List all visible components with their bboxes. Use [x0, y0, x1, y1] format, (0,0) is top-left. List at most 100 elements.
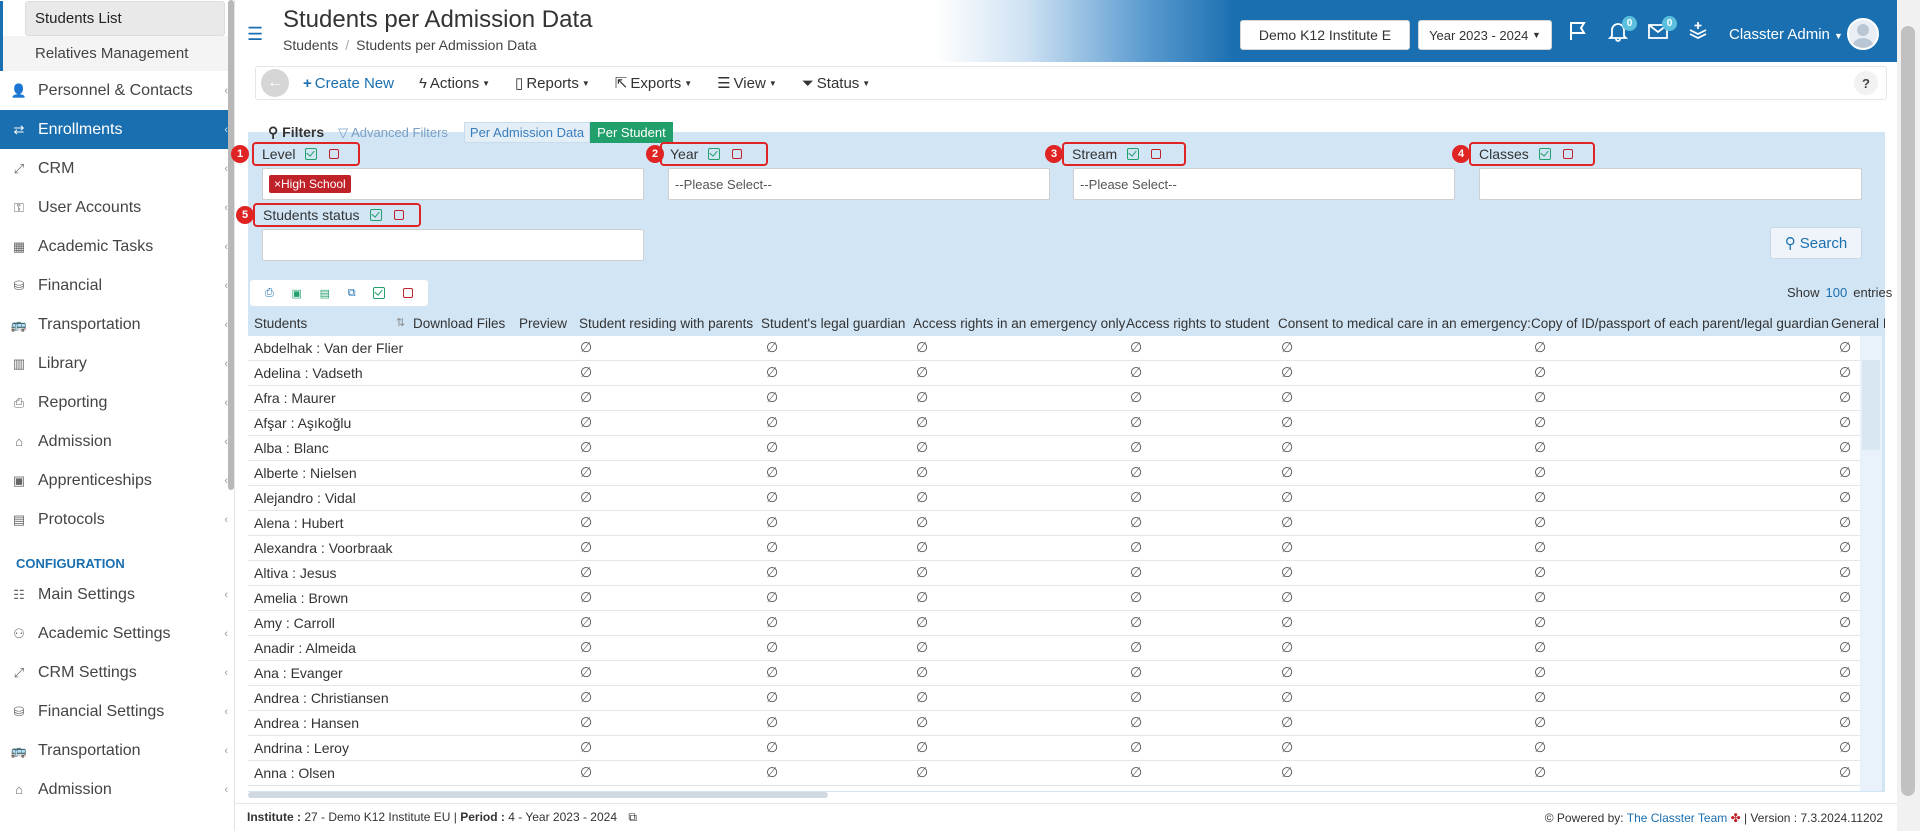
sidebar-item-personnel-contacts[interactable]: 👤 Personnel & Contacts ‹ — [0, 71, 234, 110]
sidebar-item-admission[interactable]: ⌂ Admission ‹ — [0, 422, 234, 461]
select-all-check-icon[interactable] — [1127, 148, 1140, 160]
student-name-cell[interactable]: Andrina : Leroy — [254, 740, 349, 756]
remove-x-icon[interactable]: × — [274, 177, 281, 191]
deselect-all-square-icon[interactable] — [732, 149, 743, 159]
reports-dropdown[interactable]: ▯ Reports ▼ — [515, 74, 590, 93]
stream-select[interactable]: --Please Select-- — [1073, 168, 1455, 200]
student-name-cell[interactable]: Andrea : Hansen — [254, 715, 359, 731]
column-header[interactable]: Students — [254, 316, 307, 331]
classter-team-link[interactable]: The Classter Team — [1627, 811, 1727, 825]
classes-multiselect[interactable] — [1479, 168, 1862, 200]
sidebar-item-enrollments[interactable]: ⇄ Enrollments ‹ — [0, 110, 234, 149]
page-scrollbar[interactable] — [1897, 0, 1920, 831]
sidebar-item-user-accounts[interactable]: ⚿ User Accounts ‹ — [0, 188, 234, 227]
table-row[interactable]: Anadir : Almeida ∅ ∅ ∅ ∅ ∅ ∅ ∅ — [248, 636, 1860, 661]
table-row[interactable]: Afşar : Aşıkoğlu ∅ ∅ ∅ ∅ ∅ ∅ ∅ — [248, 411, 1860, 436]
table-row[interactable]: Altiva : Jesus ∅ ∅ ∅ ∅ ∅ ∅ ∅ — [248, 561, 1860, 586]
students-status-multiselect[interactable] — [262, 229, 644, 261]
menu-toggle-icon[interactable]: ☰ — [247, 24, 263, 45]
column-header[interactable]: Access rights to student — [1126, 316, 1269, 331]
search-button[interactable]: ⚲ Search — [1770, 227, 1862, 259]
sidebar-item-academic-settings[interactable]: ⚇ Academic Settings ‹ — [0, 614, 234, 653]
sidebar-subitem-relatives-management[interactable]: Relatives Management — [3, 36, 234, 71]
year-selector[interactable]: Year 2023 - 2024 ▼ — [1418, 20, 1552, 50]
sidebar-item-reporting[interactable]: ⎙ Reporting ‹ — [0, 383, 234, 422]
column-header[interactable]: Access rights in an emergency only — [913, 316, 1125, 331]
table-row[interactable]: Andrina : Leroy ∅ ∅ ∅ ∅ ∅ ∅ ∅ — [248, 736, 1860, 761]
table-horizontal-scrollbar[interactable] — [248, 792, 828, 798]
help-button[interactable]: ? — [1854, 71, 1878, 95]
level-tag-chip[interactable]: ×High School — [269, 175, 351, 193]
table-row[interactable]: Abdelhak : Van der Flier ∅ ∅ ∅ ∅ ∅ ∅ ∅ — [248, 336, 1860, 361]
page-length-select[interactable]: 100 — [1826, 285, 1848, 300]
student-name-cell[interactable]: Alexandra : Voorbraak — [254, 540, 393, 556]
student-name-cell[interactable]: Anna : Olsen — [254, 765, 335, 781]
year-select[interactable]: --Please Select-- — [668, 168, 1050, 200]
table-row[interactable]: Afra : Maurer ∅ ∅ ∅ ∅ ∅ ∅ ∅ — [248, 386, 1860, 411]
tab-per-student[interactable]: Per Student — [590, 122, 673, 143]
table-row[interactable]: Alejandro : Vidal ∅ ∅ ∅ ∅ ∅ ∅ ∅ — [248, 486, 1860, 511]
select-all-check-icon[interactable] — [1538, 148, 1551, 160]
student-name-cell[interactable]: Anndhrea : L... — [254, 790, 346, 791]
select-all-check-icon[interactable] — [369, 209, 382, 221]
deselect-all-square-icon[interactable] — [329, 149, 340, 159]
student-name-cell[interactable]: Alejandro : Vidal — [254, 490, 356, 506]
sidebar-item-financial[interactable]: ⛁ Financial ‹ — [0, 266, 234, 305]
table-row[interactable]: Alberte : Nielsen ∅ ∅ ∅ ∅ ∅ ∅ ∅ — [248, 461, 1860, 486]
select-all-check-icon[interactable] — [305, 148, 318, 160]
column-header[interactable]: Copy of ID/passport of each parent/legal… — [1531, 316, 1829, 331]
create-new-button[interactable]: + Create New — [303, 75, 394, 92]
tab-per-admission-data[interactable]: Per Admission Data — [463, 122, 591, 143]
sidebar-item-academic-tasks[interactable]: ▦ Academic Tasks ‹ — [0, 227, 234, 266]
sort-icon[interactable]: ⇅ — [396, 316, 405, 329]
student-name-cell[interactable]: Adelina : Vadseth — [254, 365, 363, 381]
column-header[interactable]: General I — [1831, 316, 1885, 331]
student-name-cell[interactable]: Afşar : Aşıkoğlu — [254, 415, 351, 431]
column-header[interactable]: Consent to medical care in an emergency: — [1278, 316, 1531, 331]
sidebar-subitem-students-list[interactable]: Students List — [25, 1, 225, 36]
student-name-cell[interactable]: Amelia : Brown — [254, 590, 348, 606]
deselect-all-square-icon[interactable] — [1562, 149, 1573, 159]
notifications-bell-icon[interactable]: 0 — [1605, 16, 1637, 44]
breadcrumb-students[interactable]: Students — [283, 37, 338, 53]
student-name-cell[interactable]: Alberte : Nielsen — [254, 465, 357, 481]
table-row[interactable]: Ana : Evanger ∅ ∅ ∅ ∅ ∅ ∅ ∅ — [248, 661, 1860, 686]
institute-selector[interactable]: Demo K12 Institute E — [1240, 20, 1410, 50]
table-row[interactable]: Alexandra : Voorbraak ∅ ∅ ∅ ∅ ∅ ∅ ∅ — [248, 536, 1860, 561]
sidebar-item-transportation[interactable]: 🚌 Transportation ‹ — [0, 305, 234, 344]
exports-dropdown[interactable]: ⇱ Exports ▼ — [615, 74, 692, 93]
back-button[interactable]: ← — [261, 69, 289, 97]
table-row[interactable]: Amy : Carroll ∅ ∅ ∅ ∅ ∅ ∅ ∅ — [248, 611, 1860, 636]
table-scroll-thumb[interactable] — [1862, 360, 1880, 450]
sidebar-item-crm-settings[interactable]: ⤢ CRM Settings ‹ — [0, 653, 234, 692]
excel-icon[interactable]: ▣ — [291, 287, 301, 300]
column-header[interactable]: Student's legal guardian — [761, 316, 905, 331]
table-row[interactable]: Amelia : Brown ∅ ∅ ∅ ∅ ∅ ∅ ∅ — [248, 586, 1860, 611]
deselect-all-square-icon[interactable] — [1151, 149, 1162, 159]
student-name-cell[interactable]: Ana : Evanger — [254, 665, 343, 681]
status-dropdown[interactable]: ⏷ Status ▼ — [802, 75, 870, 92]
student-name-cell[interactable]: Andrea : Christiansen — [254, 690, 389, 706]
select-all-rows-check-icon[interactable] — [373, 287, 386, 299]
view-dropdown[interactable]: ☰ View ▼ — [717, 74, 777, 93]
deselect-all-rows-square-icon[interactable] — [403, 288, 414, 298]
deselect-all-square-icon[interactable] — [393, 210, 404, 220]
select-all-check-icon[interactable] — [708, 148, 721, 160]
messages-envelope-icon[interactable]: 0 — [1645, 16, 1677, 44]
copy-icon[interactable]: ⧉ — [348, 287, 356, 300]
column-header[interactable]: Student residing with parents — [579, 316, 753, 331]
sidebar-item-protocols[interactable]: ▤ Protocols ‹ — [0, 500, 234, 539]
student-name-cell[interactable]: Abdelhak : Van der Flier — [254, 340, 403, 356]
sidebar-item-crm[interactable]: ⤢ CRM ‹ — [0, 149, 234, 188]
advanced-filters-link[interactable]: ▽ Advanced Filters — [338, 125, 448, 141]
student-name-cell[interactable]: Afra : Maurer — [254, 390, 336, 406]
student-name-cell[interactable]: Altiva : Jesus — [254, 565, 336, 581]
table-row[interactable]: Anna : Olsen ∅ ∅ ∅ ∅ ∅ ∅ ∅ — [248, 761, 1860, 786]
copy-icon[interactable]: ⧉ — [628, 810, 637, 824]
sidebar-item-financial-settings[interactable]: ⛁ Financial Settings ‹ — [0, 692, 234, 731]
table-row[interactable]: Adelina : Vadseth ∅ ∅ ∅ ∅ ∅ ∅ ∅ — [248, 361, 1860, 386]
column-header[interactable]: Preview — [519, 316, 567, 331]
sidebar-scrollbar[interactable] — [228, 0, 234, 490]
sidebar-item-transportation[interactable]: 🚌 Transportation ‹ — [0, 731, 234, 770]
table-row[interactable]: Anndhrea : L... ∅ ∅ ∅ ∅ ∅ ∅ ∅ — [248, 786, 1860, 791]
